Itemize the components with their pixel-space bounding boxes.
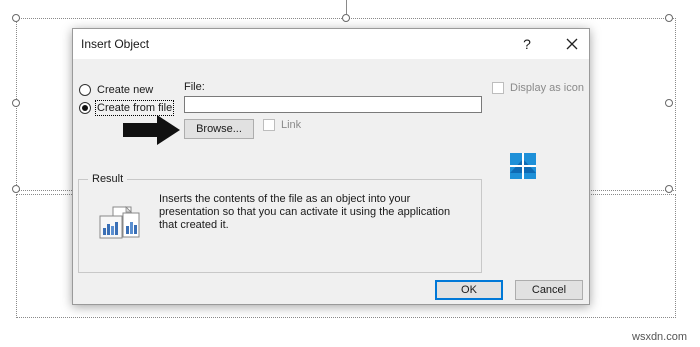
file-label: File: xyxy=(184,81,205,93)
resize-handle[interactable] xyxy=(665,14,673,22)
create-new-radio[interactable] xyxy=(79,84,91,96)
watermark-text: wsxdn.com xyxy=(632,331,688,343)
create-new-label[interactable]: Create new xyxy=(97,84,153,96)
result-group: Result Inserts the contents of the file … xyxy=(78,173,482,273)
dialog-titlebar: Insert Object ? xyxy=(73,29,589,59)
insert-object-dialog: Insert Object ? Create new Create from f… xyxy=(72,28,590,305)
rotation-handle-line xyxy=(346,0,347,14)
resize-handle[interactable] xyxy=(12,14,20,22)
link-checkbox[interactable] xyxy=(263,119,275,131)
help-icon[interactable]: ? xyxy=(518,35,536,53)
resize-handle[interactable] xyxy=(12,99,20,107)
cancel-button-label: Cancel xyxy=(531,284,567,296)
create-from-file-label[interactable]: Create from file xyxy=(94,100,175,116)
browse-button[interactable]: Browse... xyxy=(184,119,254,139)
result-legend: Result xyxy=(88,173,128,185)
browse-button-label: Browse... xyxy=(196,123,242,135)
create-from-file-radio[interactable] xyxy=(79,102,91,114)
file-path-input[interactable] xyxy=(184,96,482,113)
cancel-button[interactable]: Cancel xyxy=(515,280,583,300)
ok-button-label: OK xyxy=(461,284,477,296)
dialog-title: Insert Object xyxy=(81,37,150,51)
display-as-icon-label: Display as icon xyxy=(510,82,584,94)
resize-handle[interactable] xyxy=(342,14,350,22)
arrow-right-icon xyxy=(123,114,183,149)
close-icon[interactable] xyxy=(561,33,583,55)
ok-button[interactable]: OK xyxy=(435,280,503,300)
link-label: Link xyxy=(281,119,302,131)
resize-handle[interactable] xyxy=(12,185,20,193)
windows-logo-icon xyxy=(510,153,536,182)
resize-handle[interactable] xyxy=(665,99,673,107)
result-description: Inserts the contents of the file as an o… xyxy=(159,193,451,231)
document-chart-icon xyxy=(99,206,141,243)
display-as-icon-checkbox[interactable] xyxy=(492,82,504,94)
resize-handle[interactable] xyxy=(665,185,673,193)
